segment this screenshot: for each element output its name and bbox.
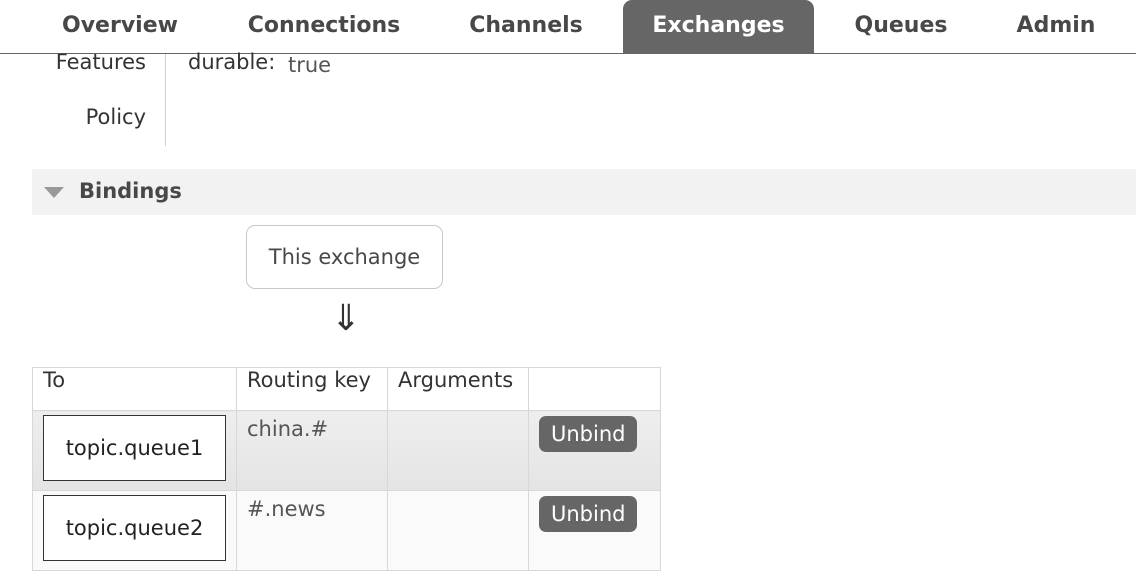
arguments [388, 411, 528, 417]
tab-queues[interactable]: Queues [842, 0, 960, 53]
queue-link[interactable]: topic.queue1 [43, 415, 226, 481]
table-row: topic.queue1 china.# Unbind [32, 410, 661, 491]
column-header-arguments: Arguments [387, 367, 529, 411]
table-header-row: To Routing key Arguments [32, 367, 661, 411]
down-arrow-icon: ⇓ [330, 298, 362, 339]
policy-label: Policy [85, 105, 146, 129]
routing-key: china.# [247, 417, 329, 441]
durable-key: durable: [188, 50, 276, 74]
cell-action: Unbind [528, 410, 661, 491]
main-nav: Overview Connections Channels Exchanges … [0, 0, 1136, 54]
arguments [388, 491, 528, 497]
unbind-button[interactable]: Unbind [539, 416, 638, 452]
unbind-button[interactable]: Unbind [539, 496, 638, 532]
table-row: topic.queue2 #.news Unbind [32, 490, 661, 571]
tab-admin[interactable]: Admin [1004, 0, 1108, 53]
bindings-title: Bindings [79, 179, 182, 203]
tab-exchanges[interactable]: Exchanges [623, 0, 814, 53]
cell-to: topic.queue1 [32, 410, 237, 491]
column-header-to: To [32, 367, 237, 411]
cell-action: Unbind [528, 490, 661, 571]
queue-link[interactable]: topic.queue2 [43, 495, 226, 561]
tab-overview[interactable]: Overview [50, 0, 190, 53]
collapse-triangle-icon [44, 187, 64, 198]
tab-channels[interactable]: Channels [458, 0, 594, 53]
cell-arguments [387, 490, 529, 571]
details-divider [165, 54, 166, 146]
column-header-routing-key: Routing key [236, 367, 388, 411]
tab-connections[interactable]: Connections [236, 0, 412, 53]
cell-arguments [387, 410, 529, 491]
durable-value: true [288, 53, 332, 77]
this-exchange-box: This exchange [246, 225, 443, 289]
column-header-actions [528, 367, 661, 411]
cell-routing-key: #.news [236, 490, 388, 571]
cell-routing-key: china.# [236, 410, 388, 491]
cell-to: topic.queue2 [32, 490, 237, 571]
routing-key: #.news [247, 497, 326, 521]
bindings-section-header[interactable]: Bindings [32, 169, 1136, 215]
features-label: Features [55, 50, 146, 74]
bindings-table: To Routing key Arguments topic.queue1 ch… [32, 367, 661, 571]
